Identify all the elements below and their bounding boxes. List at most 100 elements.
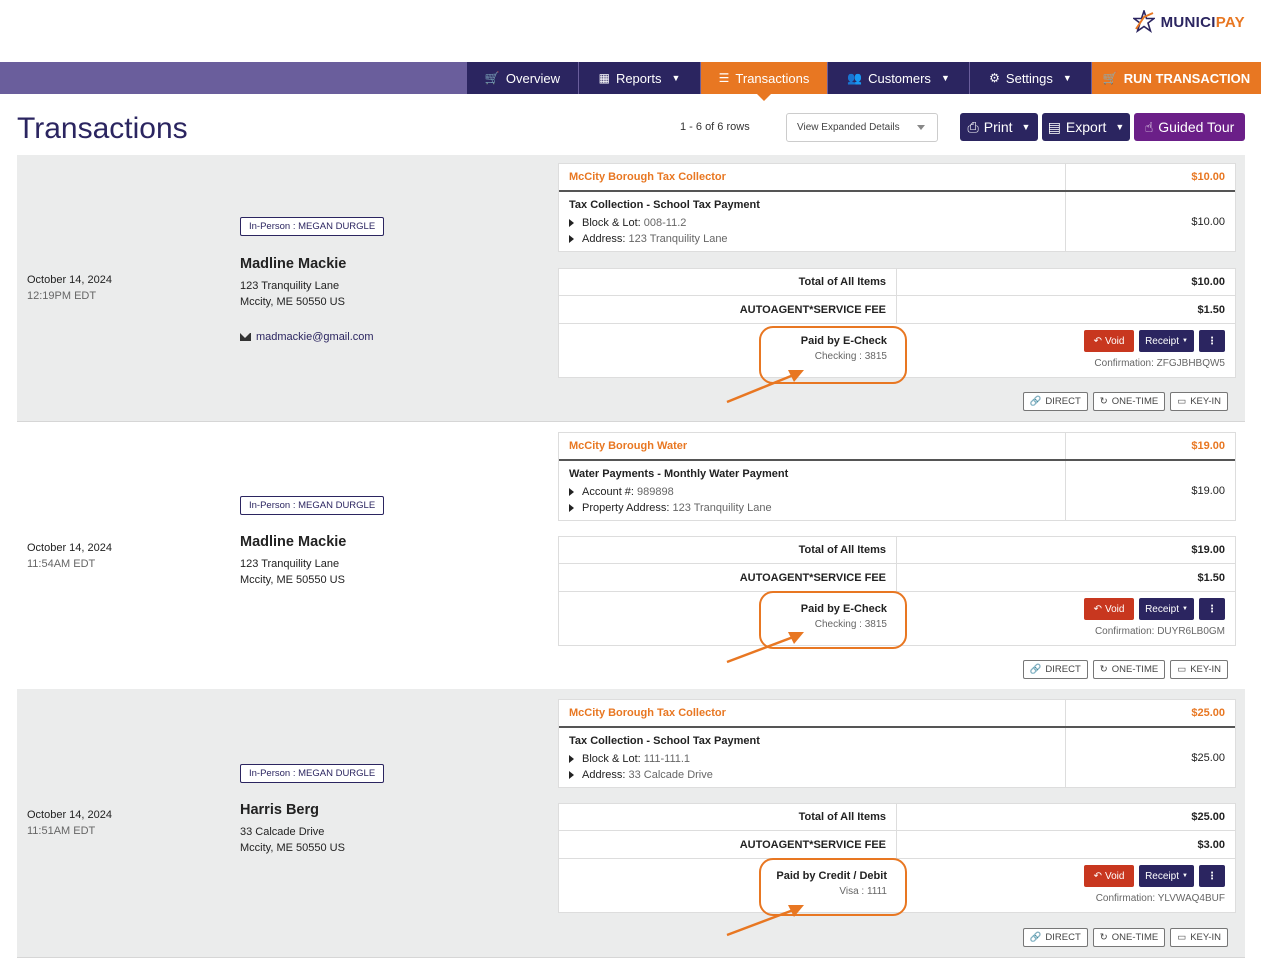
chevron-down-icon: ▼ <box>1181 873 1188 879</box>
chevron-down-icon: ▼ <box>1021 122 1031 132</box>
item-detail: Property Address: 123 Tranquility Lane <box>569 500 1055 516</box>
line-item-table: McCity Borough Tax Collector $10.00 Tax … <box>558 163 1236 252</box>
line-item-table: McCity Borough Tax Collector $25.00 Tax … <box>558 699 1236 788</box>
customer-name[interactable]: Madline Mackie <box>240 534 346 550</box>
channel-badge: In-Person : MEGAN DURGLE <box>240 496 385 515</box>
caret-right-icon <box>569 235 574 244</box>
organization-amount: $19.00 <box>1191 440 1225 452</box>
nav-customers[interactable]: 👥 Customers ▼ <box>827 62 969 94</box>
item-detail: Block & Lot: 008-11.2 <box>569 215 1055 231</box>
nav-transactions[interactable]: ☰ Transactions <box>700 62 827 101</box>
caret-right-icon <box>569 755 574 764</box>
view-details-select[interactable]: View Expanded Details <box>786 113 938 142</box>
refresh-icon: ↻ <box>1099 664 1108 675</box>
total-label: Total of All Items <box>559 269 897 295</box>
void-button[interactable]: ↶ Void <box>1084 330 1134 352</box>
gear-icon: ⚙ <box>989 71 1000 85</box>
rows-count: 1 - 6 of 6 rows <box>680 121 750 133</box>
tag-one-time: ↻ ONE-TIME <box>1092 392 1166 411</box>
total-value: $19.00 <box>1191 544 1225 556</box>
transaction-date: October 14, 2024 11:54AM EDT <box>27 542 113 570</box>
print-button[interactable]: ⎙ Print ▼ <box>960 113 1038 141</box>
customer-address: 33 Calcade Drive Mccity, ME 50550 US <box>240 826 345 854</box>
link-icon: 🔗 <box>1029 932 1042 943</box>
nav-reports[interactable]: ▦ Reports ▼ <box>578 62 700 94</box>
transaction-row: October 14, 2024 12:19PM EDT In-Person :… <box>17 155 1245 421</box>
transaction-date: October 14, 2024 12:19PM EDT <box>27 274 113 302</box>
tag-direct: 🔗 DIRECT <box>1022 928 1088 947</box>
link-icon: 🔗 <box>1029 664 1042 675</box>
printer-icon: ⎙ <box>967 118 979 135</box>
void-button[interactable]: ↶ Void <box>1084 598 1134 620</box>
customer-email[interactable]: madmackie@gmail.com <box>240 331 374 343</box>
hand-pointer-icon: ☝ <box>1144 118 1154 135</box>
receipt-button[interactable]: Receipt ▼ <box>1139 598 1194 620</box>
customer-name[interactable]: Harris Berg <box>240 802 319 818</box>
receipt-button[interactable]: Receipt ▼ <box>1139 865 1194 887</box>
fee-value: $1.50 <box>1197 571 1225 584</box>
chevron-down-icon: ▼ <box>1115 122 1125 132</box>
refresh-icon: ↻ <box>1099 396 1108 407</box>
caret-right-icon <box>569 219 574 228</box>
undo-icon: ↶ <box>1093 335 1102 347</box>
annotation-arrow-icon <box>726 370 804 404</box>
customer-address: 123 Tranquility Lane Mccity, ME 50550 US <box>240 280 345 308</box>
annotation-arrow-icon <box>726 632 804 664</box>
item-detail: Account #: 989898 <box>569 484 1055 500</box>
tag-direct: 🔗 DIRECT <box>1022 392 1088 411</box>
confirmation-number: Confirmation: DUYR6LB0GM <box>1094 626 1225 637</box>
chevron-down-icon <box>917 125 925 130</box>
fee-label: AUTOAGENT*SERVICE FEE <box>559 831 897 858</box>
total-label: Total of All Items <box>559 804 897 830</box>
caret-right-icon <box>569 771 574 780</box>
tag-key-in: ▭ KEY-IN <box>1170 392 1228 411</box>
more-options-button[interactable]: ⋮ <box>1199 598 1225 620</box>
item-title: Water Payments - Monthly Water Payment <box>569 468 789 480</box>
keyboard-icon: ▭ <box>1177 664 1187 675</box>
organization-amount: $25.00 <box>1191 707 1225 719</box>
nav-overview[interactable]: 🛒 Overview <box>466 62 578 94</box>
transaction-tags: 🔗 DIRECT ↻ ONE-TIME ▭ KEY-IN <box>1022 660 1228 679</box>
export-button[interactable]: ▤ Export ▼ <box>1042 113 1130 141</box>
envelope-icon <box>240 333 251 341</box>
item-amount: $19.00 <box>1191 484 1225 497</box>
fee-value: $1.50 <box>1197 303 1225 316</box>
brand-name: MUNICIPAY <box>1160 13 1245 31</box>
cart-icon: 🛒 <box>484 71 500 85</box>
confirmation-number: Confirmation: YLVWAQ4BUF <box>1095 893 1225 904</box>
tag-direct: 🔗 DIRECT <box>1022 660 1088 679</box>
page-title: Transactions <box>17 112 188 145</box>
total-label: Total of All Items <box>559 537 897 563</box>
guided-tour-button[interactable]: ☝ Guided Tour <box>1134 113 1245 141</box>
tag-key-in: ▭ KEY-IN <box>1170 660 1228 679</box>
row-divider <box>17 957 1245 958</box>
transaction-row: October 14, 2024 11:51AM EDT In-Person :… <box>17 689 1245 957</box>
transaction-tags: 🔗 DIRECT ↻ ONE-TIME ▭ KEY-IN <box>1022 928 1228 947</box>
customer-address: 123 Tranquility Lane Mccity, ME 50550 US <box>240 558 345 586</box>
chart-icon: ▦ <box>598 71 610 85</box>
cart-icon: 🛒 <box>1102 71 1118 85</box>
total-value: $25.00 <box>1191 811 1225 823</box>
item-amount: $10.00 <box>1191 215 1225 228</box>
customer-name[interactable]: Madline Mackie <box>240 256 346 272</box>
keyboard-icon: ▭ <box>1177 396 1187 407</box>
channel-badge: In-Person : MEGAN DURGLE <box>240 764 385 783</box>
caret-right-icon <box>569 504 574 513</box>
organization-name: McCity Borough Tax Collector <box>559 164 1066 190</box>
confirmation-number: Confirmation: ZFGJBHBQW5 <box>1094 358 1225 369</box>
municipay-logo[interactable]: MUNICIPAY <box>1132 9 1245 35</box>
annotation-arrow-icon <box>726 905 804 937</box>
more-options-button[interactable]: ⋮ <box>1199 330 1225 352</box>
nav-run-transaction[interactable]: 🛒 RUN TRANSACTION <box>1091 62 1261 94</box>
star-logo-icon <box>1132 10 1155 33</box>
file-export-icon: ▤ <box>1047 118 1061 135</box>
total-value: $10.00 <box>1191 276 1225 288</box>
void-button[interactable]: ↶ Void <box>1084 865 1134 887</box>
nav-settings[interactable]: ⚙ Settings ▼ <box>969 62 1091 94</box>
receipt-button[interactable]: Receipt ▼ <box>1139 330 1194 352</box>
undo-icon: ↶ <box>1093 870 1102 882</box>
more-options-button[interactable]: ⋮ <box>1199 865 1225 887</box>
organization-name: McCity Borough Tax Collector <box>559 700 1066 726</box>
chevron-down-icon: ▼ <box>940 73 950 83</box>
fee-label: AUTOAGENT*SERVICE FEE <box>559 296 897 323</box>
